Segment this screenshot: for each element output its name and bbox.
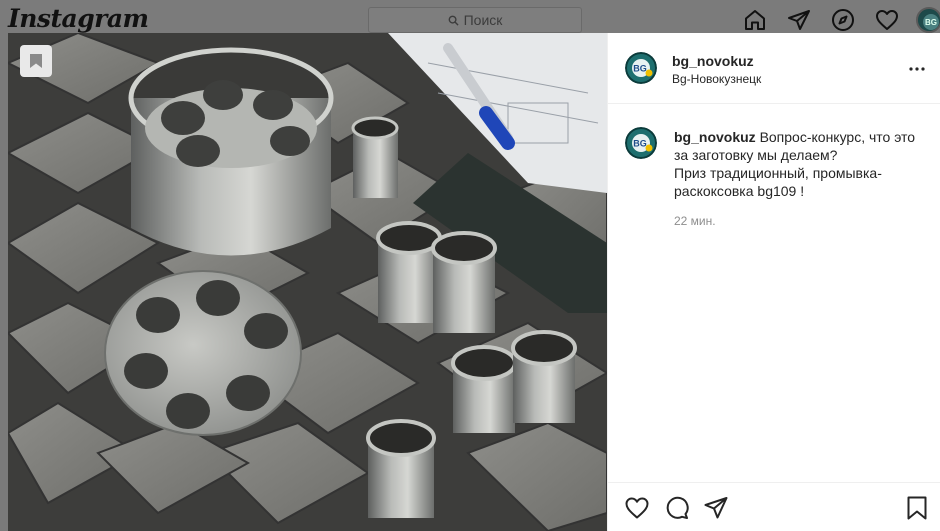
bookmark-icon: [30, 54, 42, 68]
search-placeholder: Поиск: [463, 12, 503, 28]
more-options-icon[interactable]: [908, 60, 926, 78]
post-timestamp[interactable]: 22 мин.: [674, 214, 716, 228]
post-location[interactable]: Bg-Новокузнецк: [672, 72, 761, 86]
caption-line: Вопрос-конкурс, что это: [759, 129, 916, 145]
svg-text:BG: BG: [633, 64, 647, 74]
caption-avatar[interactable]: BG: [625, 127, 657, 159]
photo-collection-button[interactable]: [20, 45, 52, 77]
caption-username[interactable]: bg_novokuz: [674, 129, 756, 145]
share-icon[interactable]: [703, 495, 729, 521]
caption-line: раскоксовка bg109 !: [674, 183, 805, 199]
home-icon[interactable]: [743, 8, 767, 32]
author-avatar[interactable]: BG: [625, 52, 657, 84]
post-caption: bg_novokuz Вопрос-конкурс, что это за за…: [674, 128, 932, 200]
post-header: BG bg_novokuz Bg-Новокузнецк: [608, 33, 940, 104]
comment-icon[interactable]: [664, 495, 690, 521]
author-username[interactable]: bg_novokuz: [672, 53, 754, 69]
post-modal: BG bg_novokuz Bg-Новокузнецк BG bg_novok…: [8, 33, 940, 531]
like-heart-icon[interactable]: [624, 495, 650, 521]
activity-heart-icon[interactable]: [875, 8, 899, 32]
save-bookmark-icon[interactable]: [904, 495, 930, 521]
caption-line: Приз традиционный, промывка-: [674, 165, 882, 181]
search-icon: [448, 15, 459, 26]
post-photo[interactable]: [8, 33, 607, 531]
post-image-illustration: [8, 33, 607, 531]
svg-text:BG: BG: [633, 139, 647, 149]
post-side-panel: BG bg_novokuz Bg-Новокузнецк BG bg_novok…: [607, 33, 940, 531]
post-actions-bar: [608, 482, 940, 531]
direct-icon[interactable]: [787, 8, 811, 32]
explore-icon[interactable]: [831, 8, 855, 32]
caption-line: за заготовку мы делаем?: [674, 147, 838, 163]
search-input[interactable]: Поиск: [368, 7, 582, 33]
svg-text:BG: BG: [925, 18, 937, 27]
instagram-logo[interactable]: Instagram: [8, 4, 149, 33]
profile-avatar[interactable]: BG: [916, 7, 940, 33]
